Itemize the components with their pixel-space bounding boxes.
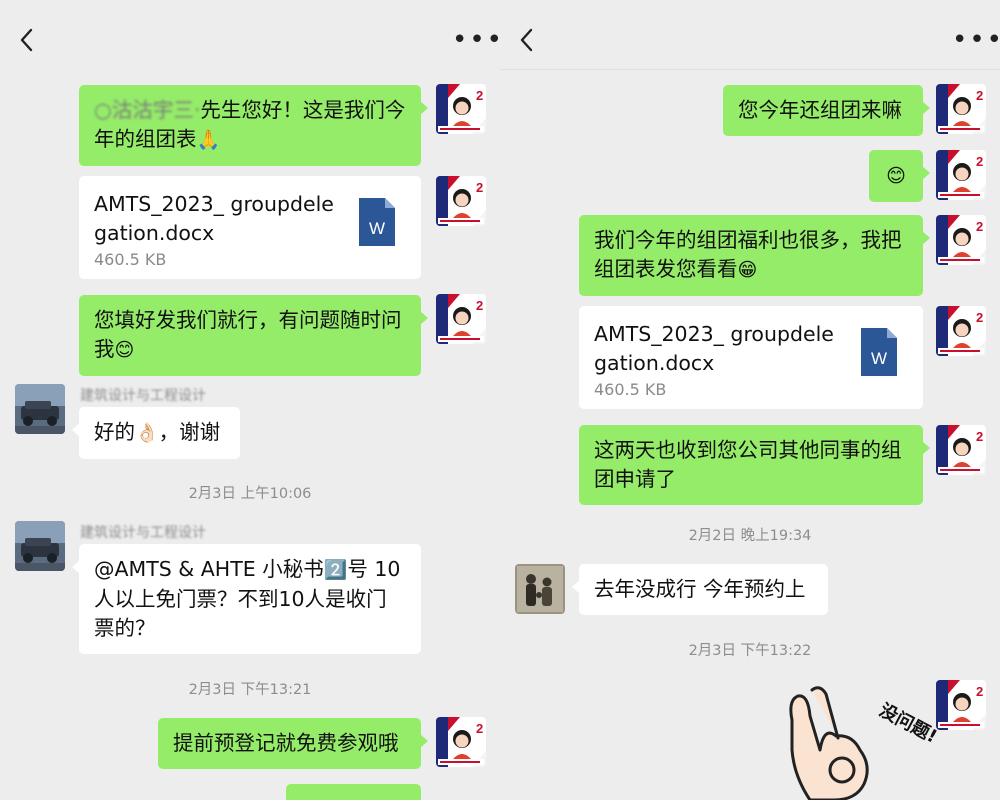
message-text: 这两天也收到您公司其他同事的组团申请了 [594,438,902,491]
mascot-avatar-image: 2 [436,176,486,226]
back-chevron-icon[interactable] [514,24,540,56]
mascot-avatar-image: 2 [936,215,986,265]
message-bubble-outgoing[interactable]: 😊 [869,150,930,202]
svg-text:2: 2 [976,88,983,103]
message-text: 去年没成行 今年预约上 [594,577,806,601]
timestamp: 2月2日 晚上19:34 [688,528,812,544]
message-text: 提前预登记就免费参观哦 [173,731,399,755]
chat-header: ••• [0,0,500,70]
message-bubble-incoming[interactable]: 好的👌🏻，谢谢 [72,407,240,459]
my-avatar[interactable]: 2 [436,294,486,344]
sticker-text: 没问题! [876,700,940,748]
svg-text:2: 2 [976,154,983,169]
message-bubble-outgoing[interactable]: 您今年还组团来嘛 [723,85,930,136]
file-attachment[interactable]: AMTS_2023_ groupdelegation.docx 460.5 KB… [79,176,421,279]
svg-text:2: 2 [976,684,983,699]
my-avatar[interactable]: 2 [936,306,986,356]
timestamp: 2月3日 上午10:06 [188,486,312,502]
message-bubble-outgoing[interactable]: 提前预登记就免费参观哦 [158,718,428,769]
word-doc-icon: W [861,328,897,376]
redacted-name: ○沽沽宇三· [94,98,201,122]
message-bubble-incoming[interactable]: 去年没成行 今年预约上 [572,564,828,615]
mascot-avatar-image: 2 [436,717,486,767]
contact-avatar[interactable] [15,521,65,571]
header-divider [500,69,1000,70]
my-avatar[interactable]: 2 [436,176,486,226]
mascot-avatar-image: 2 [936,306,986,356]
ok-hand-sticker[interactable]: 没问题! [780,680,940,800]
contact-avatar[interactable] [15,384,65,434]
my-avatar[interactable]: 2 [936,425,986,475]
svg-text:W: W [871,349,887,368]
more-dots-icon[interactable]: ••• [952,27,1000,53]
contact-avatar[interactable] [515,564,565,614]
my-avatar[interactable]: 2 [936,84,986,134]
svg-text:2: 2 [476,298,483,313]
message-bubble-outgoing[interactable]: 您填好发我们就行，有问题随时问我😊 [79,295,428,376]
my-avatar[interactable]: 2 [936,150,986,200]
family-photo-avatar-image [515,564,565,614]
file-size: 460.5 KB [94,250,167,269]
mascot-avatar-image: 2 [936,84,986,134]
timestamp: 2月3日 下午13:21 [188,682,312,698]
svg-text:2: 2 [476,88,483,103]
svg-text:2: 2 [976,429,983,444]
message-text: 好的 [94,420,135,444]
chat-panel-right: ••• 您今年还组团来嘛 😊 我们今年的组团福利也很多，我把组团表发您看看😁 A… [500,0,1000,800]
message-bubble-outgoing[interactable]: 这两天也收到您公司其他同事的组团申请了 [579,425,930,505]
mascot-avatar-image: 2 [936,150,986,200]
car-avatar-image [15,384,65,434]
chat-panel-left: ••• ○沽沽宇三·先生您好！这是我们今年的组团表🙏 AMTS_2023_ gr… [0,0,500,800]
message-bubble-outgoing[interactable]: ○沽沽宇三·先生您好！这是我们今年的组团表🙏 [79,85,428,166]
car-avatar-image [15,521,65,571]
more-dots-icon[interactable]: ••• [452,27,500,53]
timestamp: 2月3日 下午13:22 [688,643,812,659]
message-text: 您今年还组团来嘛 [738,98,902,122]
message-bubble-incoming[interactable]: @AMTS & AHTE 小秘书2️⃣号 10人以上免门票？不到10人是收门票的… [72,544,421,654]
ok-hand-emoji: 👌🏻 [135,422,159,444]
word-doc-icon: W [359,198,395,246]
chat-header: ••• [500,0,1000,70]
grin-emoji: 😁 [737,259,758,281]
file-name: AMTS_2023_ groupdelegation.docx [594,322,834,375]
svg-text:2: 2 [976,310,983,325]
my-avatar[interactable]: 2 [436,717,486,767]
message-text-tail: ，谢谢 [158,420,221,444]
svg-text:2: 2 [976,219,983,234]
my-avatar[interactable]: 2 [436,84,486,134]
sender-name: 建筑设计与工程设计 [80,525,206,541]
mascot-avatar-image: 2 [936,425,986,475]
sender-name: 建筑设计与工程设计 [80,388,206,404]
my-avatar[interactable]: 2 [936,680,986,730]
my-avatar[interactable]: 2 [936,215,986,265]
svg-text:W: W [369,219,385,238]
message-bubble-outgoing[interactable]: 我们今年的组团福利也很多，我把组团表发您看看😁 [579,215,930,296]
back-chevron-icon[interactable] [14,24,40,56]
file-attachment[interactable]: AMTS_2023_ groupdelegation.docx 460.5 KB… [579,306,923,409]
file-size: 460.5 KB [594,380,667,399]
svg-text:2: 2 [476,180,483,195]
message-bubble-outgoing-cut[interactable] [286,784,421,800]
message-text: @AMTS & AHTE 小秘书 [94,557,324,581]
pray-emoji: 🙏 [196,129,221,151]
file-name: AMTS_2023_ groupdelegation.docx [94,192,334,245]
mascot-avatar-image: 2 [936,680,986,730]
mascot-avatar-image: 2 [436,294,486,344]
message-text: 您填好发我们就行，有问题随时问我 [94,308,402,361]
smile-emoji: 😊 [114,339,135,361]
smile-emoji: 😊 [886,165,906,187]
mascot-avatar-image: 2 [436,84,486,134]
svg-text:2: 2 [476,721,483,736]
keycap-two-emoji: 2️⃣ [323,559,348,581]
